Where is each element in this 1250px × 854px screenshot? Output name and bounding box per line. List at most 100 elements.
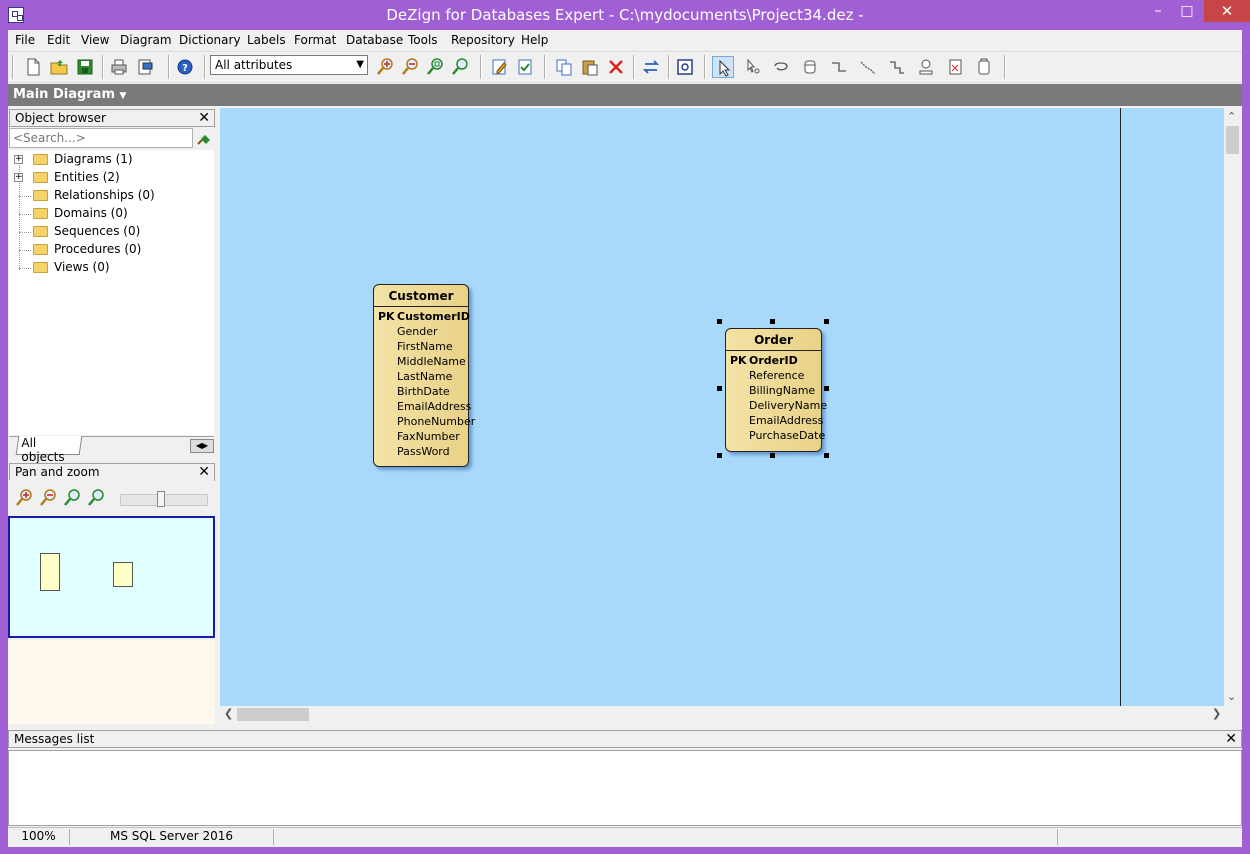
pk-label: PK — [378, 310, 395, 323]
note-icon[interactable] — [944, 56, 966, 78]
menu-edit[interactable]: Edit — [47, 33, 70, 47]
print-preview-icon[interactable] — [134, 56, 156, 78]
filter-broom-icon[interactable] — [195, 130, 213, 148]
pan-zoom-close-icon[interactable]: ✕ — [198, 464, 210, 480]
zoom-slider-thumb[interactable] — [157, 491, 165, 507]
tree-item-label: Entities (2) — [54, 170, 120, 184]
check-icon[interactable] — [514, 56, 536, 78]
zoom-in-icon[interactable] — [13, 487, 35, 509]
selection-handle[interactable] — [824, 319, 829, 324]
zoom-100-icon[interactable] — [449, 56, 471, 78]
minimize-button[interactable]: – — [1143, 0, 1173, 22]
pan-zoom-title: Pan and zoom — [15, 465, 100, 479]
expand-icon[interactable]: + — [14, 173, 23, 182]
zoom-100-icon[interactable] — [85, 487, 107, 509]
tree-item-label: Sequences (0) — [54, 224, 141, 238]
menu-file[interactable]: File — [15, 33, 35, 47]
expand-icon[interactable]: + — [14, 155, 23, 164]
paste-icon[interactable] — [579, 56, 601, 78]
identifying-relationship-icon[interactable] — [857, 56, 879, 78]
scroll-right-icon[interactable]: ❯ — [1212, 707, 1221, 720]
splitter[interactable] — [215, 106, 219, 726]
entity-icon[interactable] — [799, 56, 821, 78]
entity-attribute: PhoneNumber — [397, 415, 476, 428]
object-search-input[interactable]: <Search...> — [9, 128, 193, 148]
window-title: DeZign for Databases Expert - C:\mydocum… — [386, 6, 864, 24]
frame-icon[interactable] — [973, 56, 995, 78]
maximize-button[interactable]: □ — [1172, 0, 1202, 22]
selection-handle[interactable] — [824, 453, 829, 458]
tab-scroll-arrows-icon[interactable]: ◀▶ — [190, 439, 214, 453]
scroll-left-icon[interactable]: ❮ — [224, 707, 233, 720]
selection-handle[interactable] — [824, 386, 829, 391]
entity-attribute: LastName — [397, 370, 453, 383]
tree-item-domains[interactable]: Domains (0) — [9, 205, 214, 223]
tree-item-views[interactable]: Views (0) — [9, 259, 214, 277]
print-icon[interactable] — [108, 56, 130, 78]
save-icon[interactable] — [74, 56, 96, 78]
swap-icon[interactable] — [640, 56, 662, 78]
lasso-icon[interactable] — [770, 56, 792, 78]
vertical-scroll-thumb[interactable] — [1226, 126, 1239, 154]
attribute-filter-value: All attributes — [215, 58, 293, 72]
object-browser-close-icon[interactable]: ✕ — [198, 110, 210, 126]
minimap-entity-order — [113, 562, 133, 587]
scroll-up-icon[interactable]: ⌃ — [1227, 110, 1236, 123]
diagram-tab[interactable]: Main Diagram ▼ — [13, 87, 126, 102]
zoom-fit-icon[interactable] — [424, 56, 446, 78]
entity-attribute: MiddleName — [397, 355, 466, 368]
zoom-in-icon[interactable] — [374, 56, 396, 78]
close-button[interactable]: ✕ — [1204, 0, 1250, 22]
menu-dictionary[interactable]: Dictionary — [179, 33, 241, 47]
selection-handle[interactable] — [717, 453, 722, 458]
screenshot-icon[interactable] — [674, 56, 696, 78]
relationship-icon[interactable] — [828, 56, 850, 78]
tree-item-procedures[interactable]: Procedures (0) — [9, 241, 214, 259]
selection-handle[interactable] — [770, 453, 775, 458]
tree-item-entities[interactable]: + Entities (2) — [9, 169, 214, 187]
entity-order[interactable]: Order PK OrderID Reference BillingName D… — [725, 328, 827, 452]
entity-attribute: EmailAddress — [397, 400, 472, 413]
horizontal-scroll-thumb[interactable] — [237, 708, 309, 721]
stamp-icon[interactable] — [915, 56, 937, 78]
horizontal-scrollbar[interactable]: ❮ ❯ — [220, 706, 1224, 723]
menu-repository[interactable]: Repository — [451, 33, 515, 47]
help-icon[interactable]: ? — [174, 56, 196, 78]
delete-icon[interactable] — [605, 56, 627, 78]
vertical-scrollbar[interactable]: ⌃ ⌄ — [1224, 108, 1241, 706]
scroll-down-icon[interactable]: ⌄ — [1227, 690, 1236, 703]
tree-item-relationships[interactable]: Relationships (0) — [9, 187, 214, 205]
tree-guide — [19, 232, 31, 233]
self-relationship-icon[interactable] — [886, 56, 908, 78]
attribute-filter-select[interactable]: All attributes ▼ — [210, 55, 368, 75]
menu-view[interactable]: View — [81, 33, 109, 47]
diagram-canvas[interactable] — [220, 108, 1224, 706]
multi-select-icon[interactable] — [742, 56, 764, 78]
menu-diagram[interactable]: Diagram — [120, 33, 172, 47]
messages-close-icon[interactable]: ✕ — [1225, 731, 1237, 747]
tree-item-diagrams[interactable]: + Diagrams (1) — [9, 151, 214, 169]
entity-attribute: Reference — [749, 369, 805, 382]
entity-customer[interactable]: Customer PK CustomerID Gender FirstName … — [373, 284, 475, 467]
zoom-out-icon[interactable] — [399, 56, 421, 78]
menu-labels[interactable]: Labels — [247, 33, 286, 47]
zoom-fit-icon[interactable] — [61, 487, 83, 509]
tab-all-objects[interactable]: All objects — [15, 436, 83, 464]
menu-format[interactable]: Format — [294, 33, 336, 47]
selection-handle[interactable] — [717, 319, 722, 324]
new-file-icon[interactable] — [22, 56, 44, 78]
selection-handle[interactable] — [717, 386, 722, 391]
copy-icon[interactable] — [553, 56, 575, 78]
pointer-icon[interactable] — [712, 56, 734, 78]
menu-help[interactable]: Help — [521, 33, 548, 47]
selection-handle[interactable] — [770, 319, 775, 324]
menu-tools[interactable]: Tools — [408, 33, 438, 47]
zoom-out-icon[interactable] — [37, 487, 59, 509]
chevron-down-icon: ▼ — [119, 91, 127, 101]
open-folder-icon[interactable] — [48, 56, 70, 78]
menu-database[interactable]: Database — [346, 33, 403, 47]
edit-icon[interactable] — [488, 56, 510, 78]
pan-zoom-minimap[interactable] — [8, 516, 215, 638]
tree-item-sequences[interactable]: Sequences (0) — [9, 223, 214, 241]
messages-list[interactable] — [8, 750, 1242, 826]
